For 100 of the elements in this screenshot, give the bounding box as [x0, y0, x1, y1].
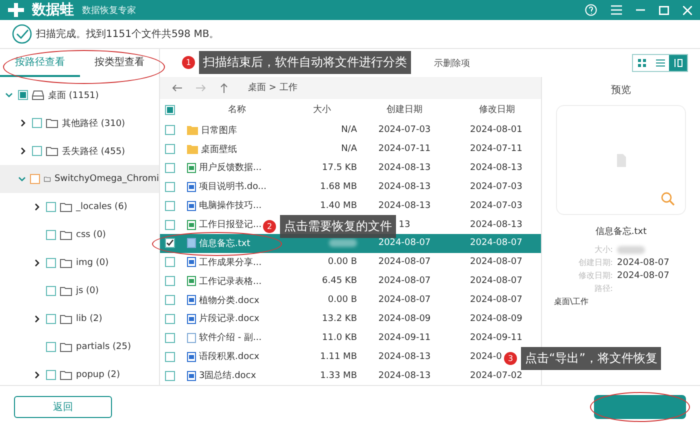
file-name: 工作日报登记...: [199, 218, 262, 232]
forward-arrow-icon[interactable]: [196, 84, 206, 92]
tree-label: _locales (6): [76, 202, 128, 212]
checkbox[interactable]: [165, 144, 175, 154]
checkbox[interactable]: [165, 276, 175, 286]
step-tooltip: 点击需要恢复的文件: [280, 215, 396, 238]
caret-icon[interactable]: [33, 259, 41, 267]
caret-icon[interactable]: [33, 203, 41, 211]
folder-icon: [60, 286, 72, 296]
spreadsheet-icon: [187, 276, 196, 286]
tree-item[interactable]: 桌面 (1151): [0, 81, 159, 109]
field-label: 修改日期:: [577, 270, 613, 281]
checkbox[interactable]: [32, 118, 42, 128]
tree-item[interactable]: img (0): [0, 249, 159, 277]
checkbox[interactable]: [46, 258, 56, 268]
back-arrow-icon[interactable]: [172, 84, 182, 92]
modified-date: 2024-08-01: [470, 125, 522, 136]
tree-item[interactable]: css (0): [0, 221, 159, 249]
field-label: 创建日期:: [577, 257, 613, 268]
help-icon[interactable]: [585, 4, 597, 16]
checkbox[interactable]: [46, 342, 56, 352]
folder-icon: [46, 118, 58, 128]
checkbox[interactable]: [165, 332, 175, 343]
minimize-icon[interactable]: [636, 9, 645, 11]
created-date: 2024-08-07: [378, 238, 431, 248]
view-tab[interactable]: 按类型查看: [80, 49, 159, 77]
folder-icon: [60, 258, 72, 268]
file-size: 0.00 B: [328, 257, 357, 268]
checkbox[interactable]: [46, 370, 56, 380]
close-icon[interactable]: [683, 6, 692, 14]
tree-item[interactable]: _locales (6): [0, 193, 159, 221]
checkbox[interactable]: [165, 352, 175, 362]
file-name: 电脑操作技巧...: [199, 200, 262, 212]
checkbox[interactable]: [18, 90, 28, 100]
column-header[interactable]: 创建日期: [357, 103, 452, 116]
checkbox[interactable]: [165, 200, 175, 211]
view-tab[interactable]: 按路径查看: [0, 49, 80, 77]
up-arrow-icon[interactable]: [220, 82, 228, 93]
checkbox[interactable]: [46, 286, 56, 296]
column-header[interactable]: 修改日期: [452, 103, 542, 116]
modified-date: 2024-08-07: [470, 295, 522, 306]
view-mode-button[interactable]: [669, 55, 687, 71]
tree-item[interactable]: popup (2): [0, 361, 159, 385]
checkbox[interactable]: [46, 202, 56, 212]
checkbox[interactable]: [165, 238, 175, 248]
checkbox[interactable]: [165, 257, 175, 268]
tree-item[interactable]: 丢失路径 (455): [0, 137, 159, 165]
checkbox[interactable]: [46, 230, 56, 240]
menu-icon[interactable]: [611, 5, 622, 15]
checkbox[interactable]: [165, 125, 175, 136]
file-name: 用户反馈数据...: [199, 162, 262, 174]
checkbox[interactable]: [30, 174, 40, 184]
tree-item[interactable]: js (0): [0, 277, 159, 305]
checkbox[interactable]: [165, 162, 175, 173]
folder-icon: [60, 230, 72, 240]
checkbox[interactable]: [165, 370, 175, 381]
file-name: 日常图库: [201, 124, 237, 137]
caret-icon[interactable]: [33, 315, 41, 323]
modified-date: 2024-07-03: [470, 200, 522, 211]
tree-item[interactable]: partials (25): [0, 333, 159, 361]
caret-icon[interactable]: [19, 147, 27, 155]
created-date: 2024-08-07: [378, 276, 431, 286]
folder-icon: [60, 202, 72, 212]
column-header[interactable]: 大小: [287, 103, 357, 116]
drive-icon: [32, 90, 44, 100]
modified-date: 2024-07-03: [470, 182, 522, 192]
tree-item[interactable]: lib (2): [0, 305, 159, 333]
text-file-icon: [187, 332, 196, 343]
file-name: 植物分类.docx: [199, 294, 260, 307]
file-row[interactable]: 信息备忘.txt 2024-08-07 2024-08-07: [160, 234, 541, 253]
file-size: 1.33 MB: [320, 370, 357, 381]
modified-date: 2024-09-11: [470, 332, 522, 343]
tree-item[interactable]: 其他路径 (310): [0, 109, 159, 137]
preview-title: 预览: [611, 84, 631, 97]
folder-icon: [60, 314, 72, 324]
maximize-icon[interactable]: [659, 6, 669, 14]
checkbox[interactable]: [46, 314, 56, 324]
checkbox[interactable]: [165, 295, 175, 306]
tree-label: popup (2): [76, 370, 120, 380]
checkbox[interactable]: [165, 104, 175, 115]
document-icon: [187, 370, 196, 381]
checkbox[interactable]: [165, 182, 175, 192]
preview-file-name: 信息备忘.txt: [595, 225, 647, 238]
created-date: 2024-08-13: [378, 352, 431, 362]
folder-icon: [60, 342, 72, 352]
tree-item[interactable]: SwitchyOmega_Chromi: [0, 165, 159, 193]
column-header[interactable]: 名称: [187, 103, 287, 116]
created-date: 2024-08-07: [378, 257, 431, 268]
checkbox[interactable]: [165, 220, 175, 230]
caret-icon[interactable]: [33, 371, 41, 379]
details-icon: [674, 59, 682, 67]
caret-icon[interactable]: [19, 119, 27, 127]
created-date: 2024-08-07: [378, 295, 431, 306]
back-button[interactable]: 返回: [14, 396, 112, 418]
checkbox[interactable]: [32, 146, 42, 156]
modified-date: 2024-07-11: [470, 144, 522, 154]
step-tooltip: 扫描结束后，软件自动将文件进行分类: [199, 51, 411, 74]
search-icon[interactable]: [661, 192, 675, 206]
step-number: 1: [182, 56, 195, 69]
checkbox[interactable]: [165, 314, 175, 324]
